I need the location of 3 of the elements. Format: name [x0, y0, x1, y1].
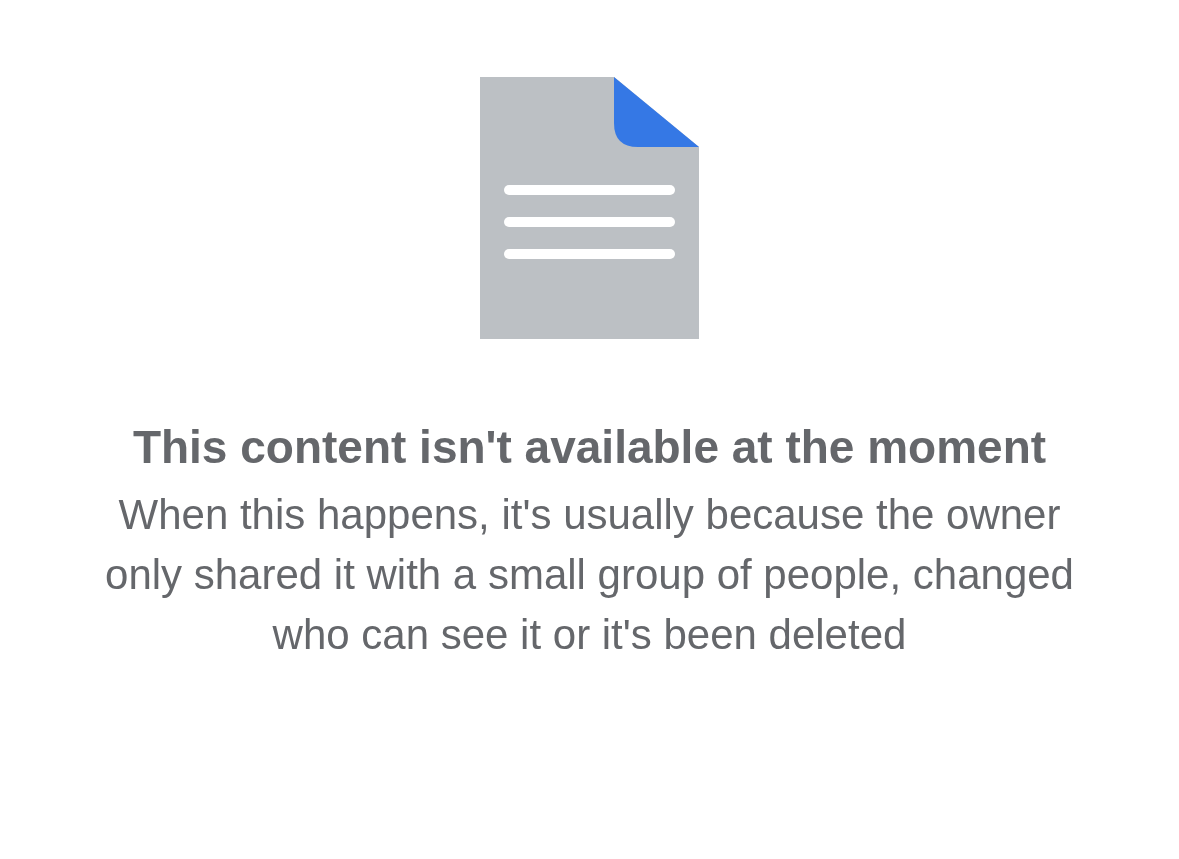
message-body: When this happens, it's usually because the owner only shared it with a small group of people, changed who can see it or it's been deleted [104, 490, 1075, 660]
document-icon [480, 77, 699, 339]
message-title: This content isn't available at the moment [131, 420, 1048, 475]
